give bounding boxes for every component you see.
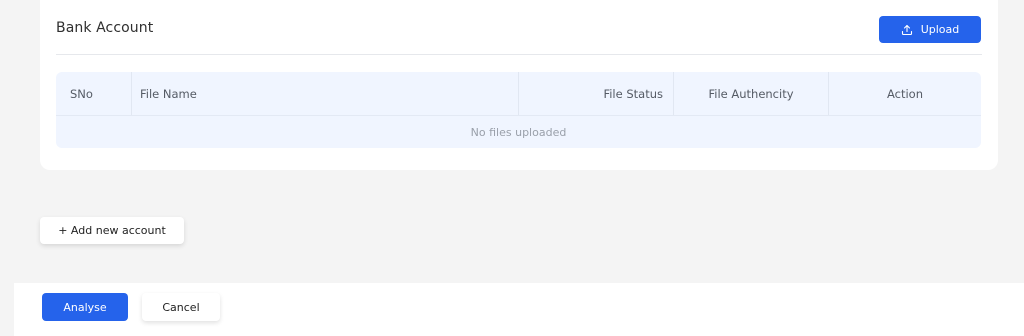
column-header-file-name: File Name [131,72,518,115]
divider [56,54,982,55]
column-header-sno: SNo [70,86,93,101]
column-header-file-authencity: File Authencity [673,72,828,115]
add-new-account-button[interactable]: + Add new account [40,217,184,244]
upload-label: Upload [920,23,960,36]
empty-state-text: No files uploaded [470,125,567,139]
card-title: Bank Account [56,20,154,36]
upload-button[interactable]: Upload [879,16,981,43]
files-table: SNo File Name File Status File Authencit… [56,72,981,148]
column-header-file-status: File Status [518,72,673,115]
table-header: SNo File Name File Status File Authencit… [56,72,981,115]
column-header-action: Action [828,72,981,115]
analyse-button[interactable]: Analyse [42,293,128,321]
footer-bar: Analyse Cancel [14,283,1024,336]
cancel-button[interactable]: Cancel [142,293,220,321]
upload-icon [901,24,913,36]
bank-account-card: Bank Account Upload SNo File Name File S… [40,0,998,170]
